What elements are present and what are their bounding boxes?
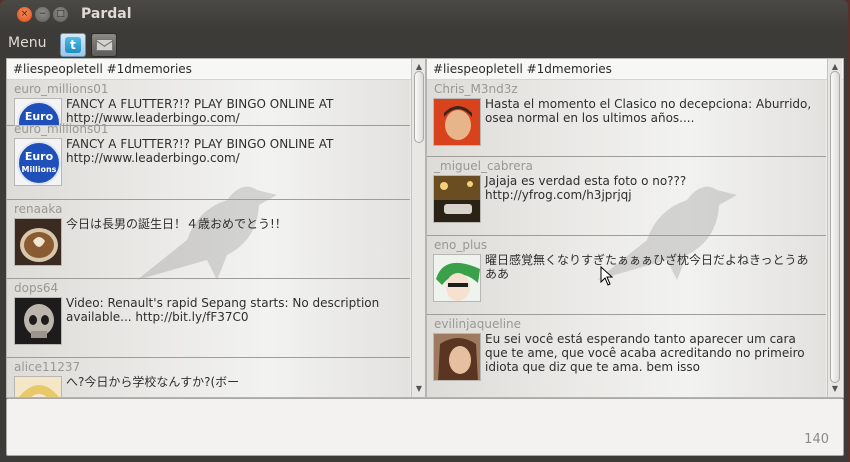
mail-icon	[95, 39, 113, 51]
tweet-item[interactable]: _miguel_cabrera Jajaja es verdad esta fo…	[427, 157, 826, 236]
euro-millions-logo-icon: Euro Millions	[15, 139, 61, 185]
face-photo-icon	[434, 99, 480, 145]
tweet-username[interactable]: eno_plus	[434, 238, 487, 252]
tweet-text: Video: Renault's rapid Sepang starts: No…	[66, 296, 380, 324]
avatar[interactable]	[14, 297, 62, 345]
toolbar: Menu t	[0, 30, 848, 57]
title-bar: × − □ Pardal	[0, 0, 848, 30]
twitter-icon: t	[65, 37, 81, 53]
tweet-username[interactable]: _miguel_cabrera	[434, 159, 533, 173]
avatar[interactable]	[433, 175, 481, 223]
tweet-username[interactable]: dops64	[14, 281, 58, 295]
girl-portrait-photo-icon	[434, 334, 480, 380]
tab-mail[interactable]	[91, 33, 117, 57]
tweet-text: Eu sei você está esperando tanto aparece…	[485, 332, 805, 374]
minimize-icon: −	[38, 9, 47, 19]
scroll-up-arrow-icon[interactable]: ▲	[831, 63, 839, 71]
skull-photo-icon	[15, 298, 61, 344]
tweet-username[interactable]: euro_millions01	[14, 122, 109, 136]
close-icon: ×	[20, 9, 29, 19]
avatar[interactable]	[14, 376, 62, 397]
tweet-username[interactable]: renaaka	[14, 202, 62, 216]
character-counter: 140	[804, 432, 829, 447]
scrollbar-right[interactable]: ▲ ▼	[827, 59, 842, 397]
avatar[interactable]	[14, 218, 62, 266]
anime-boy-photo-icon	[434, 255, 480, 301]
tweet-text: へ?今日から学校なんすか?(ボー	[66, 375, 240, 389]
scrollbar-left[interactable]: ▲ ▼	[411, 59, 425, 397]
tweet-text: Hasta el momento el Clasico no decepcion…	[485, 97, 812, 125]
timeline-column-left: #liespeopletell #1dmemories euro_million…	[6, 58, 426, 398]
menu-button[interactable]: Menu	[8, 35, 46, 51]
minimize-window-button[interactable]: −	[35, 7, 50, 22]
tweet-item[interactable]: Chris_M3nd3z Hasta el momento el Clasico…	[427, 80, 826, 157]
scrollbar-thumb[interactable]	[414, 71, 424, 143]
compose-tweet-input[interactable]: 140	[6, 398, 844, 456]
scroll-down-arrow-icon[interactable]: ▼	[415, 385, 423, 393]
tweet-item[interactable]: renaaka 今日は長男の誕生日！４歳おめでとう!！	[7, 200, 410, 279]
coffee-cup-photo-icon	[15, 219, 61, 265]
avatar[interactable]	[433, 333, 481, 381]
avatar[interactable]	[433, 98, 481, 146]
tweet-item[interactable]: evilinjaqueline Eu sei você está esperan…	[427, 315, 826, 397]
tweet-text: 今日は長男の誕生日！４歳おめでとう!！	[66, 217, 287, 231]
svg-text:Millions: Millions	[22, 165, 57, 174]
tweet-item[interactable]: dops64 Video: Renault's rapid Sepang sta…	[7, 279, 410, 358]
tab-twitter[interactable]: t	[60, 33, 86, 57]
maximize-window-button[interactable]: □	[53, 7, 68, 22]
pardal-window: × − □ Pardal Menu t #liespeopletell #1dm…	[0, 0, 848, 462]
tweet-item[interactable]: euro_millions01 Euro Millions FANCY A FL…	[7, 120, 410, 200]
tweet-username[interactable]: evilinjaqueline	[434, 317, 521, 331]
tweet-item[interactable]: eno_plus 曜日感覚無くなりすぎたぁぁぁひざ枕今日だよねきっとうあああ	[427, 236, 826, 315]
tweet-username[interactable]: euro_millions01	[14, 82, 109, 96]
tweet-list: Chris_M3nd3z Hasta el momento el Clasico…	[427, 80, 826, 397]
scroll-down-arrow-icon[interactable]: ▼	[831, 385, 839, 393]
close-window-button[interactable]: ×	[17, 7, 32, 22]
window-title: Pardal	[81, 6, 132, 22]
tweet-text: Jajaja es verdad esta foto o no??? http:…	[485, 174, 687, 202]
timeline-column-right: #liespeopletell #1dmemories Chris_M3nd3z…	[426, 58, 844, 398]
svg-text:Euro: Euro	[25, 150, 54, 163]
maximize-icon: □	[56, 9, 65, 19]
scrollbar-thumb[interactable]	[830, 71, 840, 383]
tweet-item[interactable]: alice11237 へ?今日から学校なんすか?(ボー	[7, 358, 410, 397]
column-header: #liespeopletell #1dmemories	[427, 59, 843, 80]
avatar[interactable]	[433, 254, 481, 302]
tweet-username[interactable]: alice11237	[14, 360, 80, 374]
scroll-up-arrow-icon[interactable]: ▲	[415, 63, 423, 71]
anime-girl-photo-icon	[15, 377, 61, 397]
tweet-text: 曜日感覚無くなりすぎたぁぁぁひざ枕今日だよねきっとうあああ	[485, 253, 809, 281]
mouse-pointer-icon	[600, 266, 614, 286]
tweet-list: euro_millions01 Euro Millions FANCY A FL…	[7, 80, 410, 397]
column-header: #liespeopletell #1dmemories	[7, 59, 425, 80]
tweet-text: FANCY A FLUTTER?!? PLAY BINGO ONLINE AT …	[66, 137, 334, 165]
avatar[interactable]: Euro Millions	[14, 138, 62, 186]
tweet-username[interactable]: Chris_M3nd3z	[434, 82, 518, 96]
car-night-photo-icon	[434, 176, 480, 222]
